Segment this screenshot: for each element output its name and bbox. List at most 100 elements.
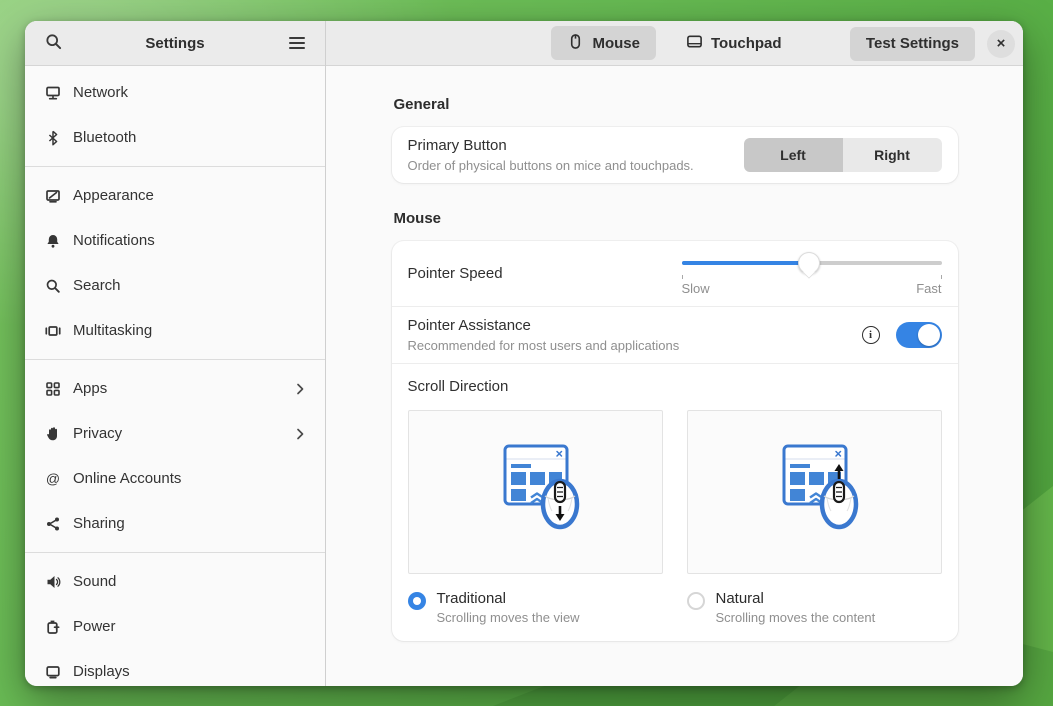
sidebar-item-label: Bluetooth xyxy=(73,129,136,146)
primary-button-row: Primary Button Order of physical buttons… xyxy=(392,127,958,183)
mouse-section-heading: Mouse xyxy=(394,210,958,227)
traditional-option[interactable]: Traditional Scrolling moves the view xyxy=(408,590,663,625)
displays-icon xyxy=(45,664,61,680)
sidebar-item-appearance[interactable]: Appearance xyxy=(25,173,325,218)
search-icon xyxy=(45,33,62,53)
natural-option-column: Natural Scrolling moves the content xyxy=(687,410,942,625)
sidebar-item-notifications[interactable]: Notifications xyxy=(25,218,325,263)
pointer-assistance-title: Pointer Assistance xyxy=(408,317,680,334)
search-icon xyxy=(45,278,61,294)
general-card: Primary Button Order of physical buttons… xyxy=(392,127,958,183)
multitasking-icon xyxy=(45,323,61,339)
power-icon xyxy=(45,619,61,635)
slider-track[interactable] xyxy=(682,251,942,275)
traditional-label: Traditional xyxy=(437,590,580,607)
search-button[interactable] xyxy=(37,27,69,59)
primary-button-segmented: Left Right xyxy=(744,138,942,172)
sidebar-item-label: Sharing xyxy=(73,515,125,532)
touchpad-icon xyxy=(686,33,703,54)
primary-button-subtitle: Order of physical buttons on mice and to… xyxy=(408,158,694,173)
sound-icon xyxy=(45,574,61,590)
primary-left-button[interactable]: Left xyxy=(744,138,843,172)
sidebar-item-label: Online Accounts xyxy=(73,470,181,487)
sidebar-item-label: Sound xyxy=(73,573,116,590)
sidebar-header: Settings xyxy=(25,21,325,66)
slider-handle[interactable] xyxy=(798,252,820,274)
primary-button-title: Primary Button xyxy=(408,137,694,154)
primary-right-button[interactable]: Right xyxy=(843,138,942,172)
pointer-speed-slider: Slow Fast xyxy=(682,251,942,296)
slow-label: Slow xyxy=(682,281,710,296)
hamburger-icon xyxy=(289,37,305,49)
general-section-heading: General xyxy=(394,96,958,113)
online-accounts-icon: @ xyxy=(45,471,61,487)
sidebar-list: Network Bluetooth Appearance Notificat xyxy=(25,66,325,686)
appearance-icon xyxy=(45,188,61,204)
sidebar-item-power[interactable]: Power xyxy=(25,604,325,649)
chevron-right-icon xyxy=(293,427,307,441)
network-icon xyxy=(45,85,61,101)
scroll-direction-title: Scroll Direction xyxy=(408,378,942,395)
sidebar-item-network[interactable]: Network xyxy=(25,70,325,115)
sidebar-item-label: Displays xyxy=(73,663,130,680)
slider-fill xyxy=(682,261,809,265)
test-settings-button[interactable]: Test Settings xyxy=(850,27,975,61)
natural-description: Scrolling moves the content xyxy=(716,610,876,625)
sidebar-item-displays[interactable]: Displays xyxy=(25,649,325,686)
natural-label: Natural xyxy=(716,590,876,607)
main-menu-button[interactable] xyxy=(281,27,313,59)
sidebar-item-bluetooth[interactable]: Bluetooth xyxy=(25,115,325,160)
main-header: Mouse Touchpad Test Settings × xyxy=(326,21,1023,66)
sidebar-item-label: Network xyxy=(73,84,128,101)
fast-label: Fast xyxy=(916,281,941,296)
pointer-assistance-subtitle: Recommended for most users and applicati… xyxy=(408,338,680,353)
pointer-assistance-row: Pointer Assistance Recommended for most … xyxy=(392,306,958,363)
traditional-radio[interactable] xyxy=(408,592,426,610)
traditional-illustration-box[interactable] xyxy=(408,410,663,574)
traditional-description: Scrolling moves the view xyxy=(437,610,580,625)
mouse-card: Pointer Speed Slow Fast xyxy=(392,241,958,641)
scroll-direction-row: Scroll Direction xyxy=(392,363,958,641)
tab-mouse[interactable]: Mouse xyxy=(551,26,656,60)
header-controls: Test Settings × xyxy=(850,27,1015,61)
sidebar-item-multitasking[interactable]: Multitasking xyxy=(25,308,325,353)
natural-radio[interactable] xyxy=(687,592,705,610)
sidebar-item-sharing[interactable]: Sharing xyxy=(25,501,325,546)
view-switcher: Mouse Touchpad xyxy=(551,26,797,60)
mouse-icon xyxy=(567,33,584,54)
sidebar: Settings Network Bluetooth xyxy=(25,21,325,686)
sidebar-item-apps[interactable]: Apps xyxy=(25,366,325,411)
sidebar-item-label: Search xyxy=(73,277,121,294)
sidebar-separator xyxy=(25,166,325,167)
close-button[interactable]: × xyxy=(987,30,1015,58)
slider-ticks xyxy=(682,275,942,280)
toggle-knob xyxy=(918,324,940,346)
natural-option[interactable]: Natural Scrolling moves the content xyxy=(687,590,942,625)
sidebar-title: Settings xyxy=(145,35,204,52)
pointer-assistance-toggle[interactable] xyxy=(896,322,942,348)
sidebar-item-label: Power xyxy=(73,618,116,635)
sidebar-item-label: Multitasking xyxy=(73,322,152,339)
traditional-option-column: Traditional Scrolling moves the view xyxy=(408,410,663,625)
pointer-speed-title: Pointer Speed xyxy=(408,265,503,282)
close-icon: × xyxy=(997,36,1006,51)
bluetooth-icon xyxy=(45,130,61,146)
tab-touchpad[interactable]: Touchpad xyxy=(670,26,798,60)
natural-illustration-box[interactable] xyxy=(687,410,942,574)
sidebar-item-label: Notifications xyxy=(73,232,155,249)
sidebar-item-label: Privacy xyxy=(73,425,122,442)
sidebar-item-label: Appearance xyxy=(73,187,154,204)
sidebar-item-label: Apps xyxy=(73,380,107,397)
info-icon[interactable]: i xyxy=(862,326,880,344)
tab-label: Mouse xyxy=(592,35,640,52)
chevron-right-icon xyxy=(293,382,307,396)
sidebar-item-search[interactable]: Search xyxy=(25,263,325,308)
pointer-speed-row: Pointer Speed Slow Fast xyxy=(392,241,958,306)
settings-window: Settings Network Bluetooth xyxy=(25,21,1023,686)
main-pane: Mouse Touchpad Test Settings × General xyxy=(325,21,1023,686)
privacy-icon xyxy=(45,426,61,442)
sidebar-item-online-accounts[interactable]: @ Online Accounts xyxy=(25,456,325,501)
sidebar-item-sound[interactable]: Sound xyxy=(25,559,325,604)
sidebar-item-privacy[interactable]: Privacy xyxy=(25,411,325,456)
sharing-icon xyxy=(45,516,61,532)
